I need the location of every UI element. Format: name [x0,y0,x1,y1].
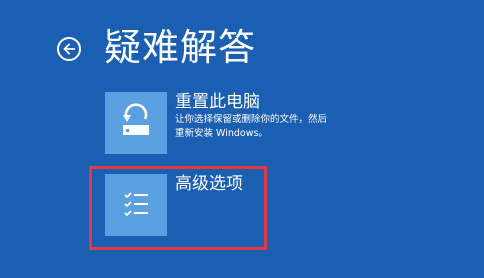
reset-pc-title: 重置此电脑 [175,92,260,112]
reset-pc-option[interactable]: 重置此电脑 让你选择保留或删除你的文件，然后重新安装 Windows。 [105,92,335,156]
back-arrow-icon [63,43,75,55]
advanced-options-option[interactable]: 高级选项 [105,174,265,238]
reset-pc-icon [123,103,149,135]
checklist-icon [124,192,148,217]
back-button[interactable] [57,37,81,61]
page-title: 疑难解答 [104,26,256,69]
reset-pc-tile [105,92,167,154]
reset-pc-description: 让你选择保留或删除你的文件，然后重新安装 Windows。 [175,114,328,139]
advanced-options-tile [105,174,167,236]
advanced-options-title: 高级选项 [175,174,243,194]
